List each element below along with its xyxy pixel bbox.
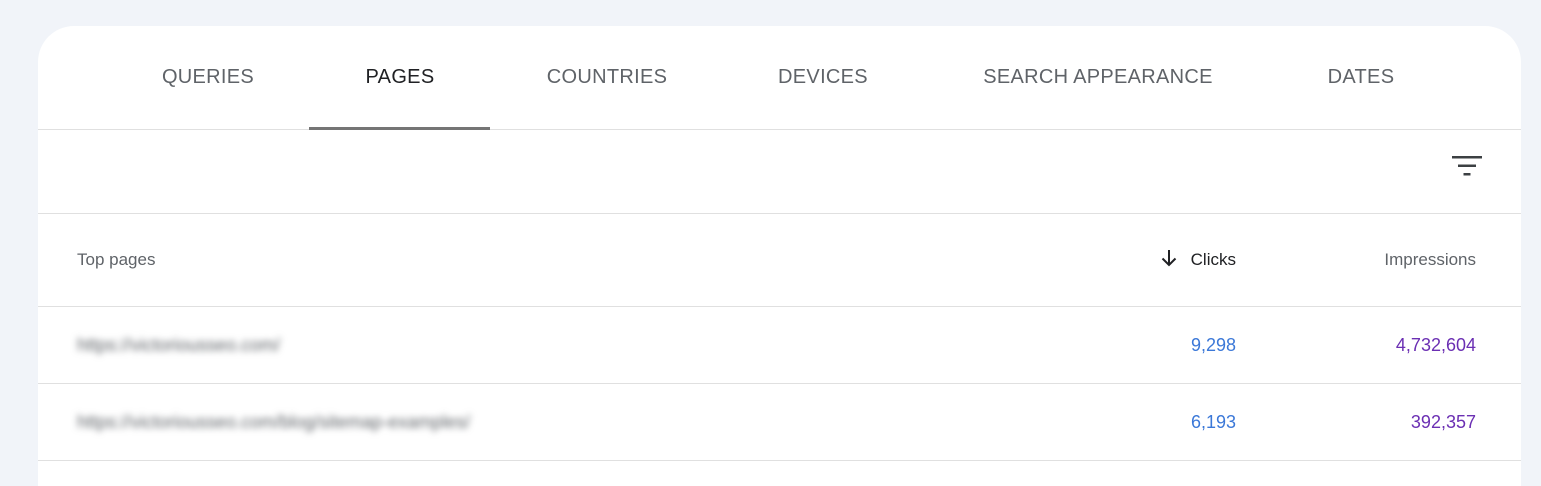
column-header-clicks[interactable]: Clicks (1161, 214, 1236, 306)
clicks-value: 9,298 (1190, 334, 1236, 355)
column-header-top-pages[interactable]: Top pages (77, 214, 155, 306)
impressions-value: 392,357 (1410, 411, 1476, 432)
performance-card: QUERIES PAGES COUNTRIES DEVICES SEARCH A… (38, 26, 1521, 486)
tab-dates[interactable]: DATES (1308, 26, 1414, 129)
tab-countries[interactable]: COUNTRIES (528, 26, 686, 129)
clicks-header-label: Clicks (1190, 250, 1236, 269)
table-row[interactable]: https://victoriousseo.com/blog/sitemap-e… (38, 384, 1521, 461)
tab-bar: QUERIES PAGES COUNTRIES DEVICES SEARCH A… (38, 26, 1521, 130)
column-header-impressions[interactable]: Impressions (1384, 214, 1476, 306)
arrow-downward-icon (1161, 249, 1191, 272)
tab-pages[interactable]: PAGES (310, 26, 490, 129)
tab-search-appearance[interactable]: SEARCH APPEARANCE (968, 26, 1228, 129)
filter-button[interactable] (1449, 152, 1485, 184)
tab-devices[interactable]: DEVICES (760, 26, 886, 129)
page-url[interactable]: https://victoriousseo.com/blog/sitemap-e… (77, 384, 470, 460)
tab-queries[interactable]: QUERIES (148, 26, 268, 129)
table-row[interactable]: https://victoriousseo.com/ 9,298 4,732,6… (38, 307, 1521, 384)
filter-list-icon (1452, 155, 1482, 182)
clicks-value: 6,193 (1190, 411, 1236, 432)
table-header: Top pages Clicks Impressions (38, 214, 1521, 307)
page-url[interactable]: https://victoriousseo.com/ (77, 307, 280, 383)
impressions-value: 4,732,604 (1395, 334, 1476, 355)
table-toolbar (38, 130, 1521, 214)
